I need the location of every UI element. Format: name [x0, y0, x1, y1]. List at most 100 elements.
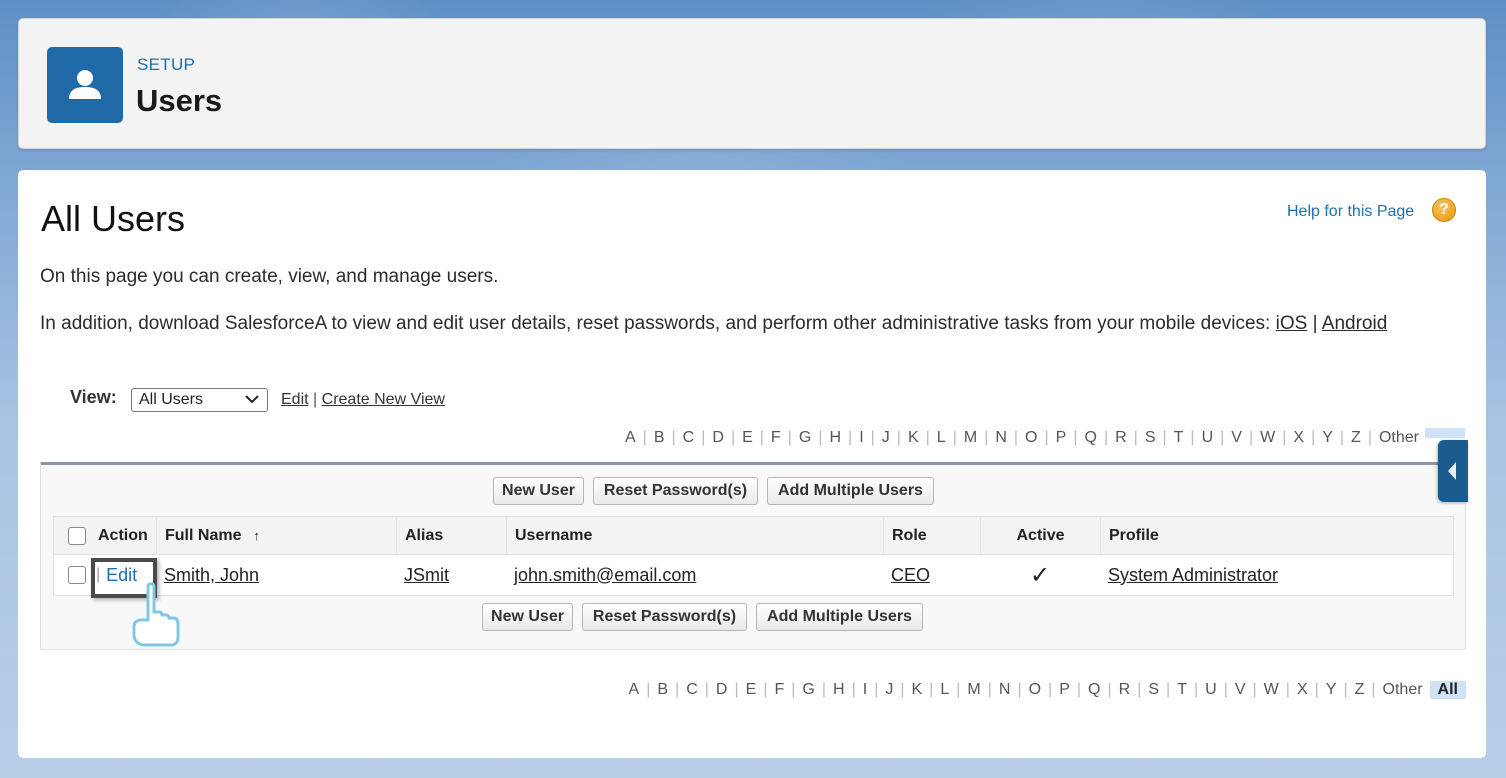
alpha-top-letter-l[interactable]: L: [930, 429, 953, 447]
alpha-bottom-letter-h[interactable]: H: [826, 681, 852, 699]
alpha-top-letter-s[interactable]: S: [1138, 429, 1163, 447]
help-question-icon[interactable]: ?: [1432, 198, 1456, 222]
column-header-username[interactable]: Username: [506, 517, 883, 554]
select-all-checkbox[interactable]: [68, 526, 86, 545]
alphabet-all-partial: [1425, 428, 1465, 438]
alpha-bottom-letter-c[interactable]: C: [679, 681, 705, 699]
full-name-header-label: Full Name: [165, 526, 242, 544]
alpha-top-letter-y[interactable]: Y: [1315, 429, 1340, 447]
alpha-top-letter-other[interactable]: Other: [1372, 429, 1426, 447]
add-multiple-users-button-top[interactable]: Add Multiple Users: [767, 477, 934, 505]
role-link[interactable]: CEO: [891, 565, 930, 586]
sort-ascending-icon: ↑: [253, 528, 260, 543]
alpha-bottom-letter-g[interactable]: G: [795, 681, 821, 699]
alpha-top-letter-g[interactable]: G: [792, 429, 818, 447]
alpha-top-letter-o[interactable]: O: [1018, 429, 1044, 447]
ios-link[interactable]: iOS: [1276, 313, 1308, 334]
alpha-bottom-letter-w[interactable]: W: [1257, 681, 1286, 699]
create-new-view-link[interactable]: Create New View: [322, 391, 445, 408]
alpha-top-letter-w[interactable]: W: [1253, 429, 1282, 447]
alpha-bottom-letter-b[interactable]: B: [650, 681, 675, 699]
alpha-top-letter-e[interactable]: E: [735, 429, 760, 447]
alpha-top-letter-h[interactable]: H: [822, 429, 848, 447]
alpha-bottom-letter-n[interactable]: N: [992, 681, 1018, 699]
alpha-top-letter-f[interactable]: F: [764, 429, 788, 447]
setup-header: SETUP Users: [18, 18, 1486, 149]
alpha-bottom-letter-s[interactable]: S: [1141, 681, 1166, 699]
column-header-active[interactable]: Active: [980, 517, 1100, 554]
username-link[interactable]: john.smith@email.com: [514, 565, 696, 586]
column-header-full-name[interactable]: Full Name ↑: [156, 517, 396, 554]
help-link[interactable]: Help for this Page: [1287, 203, 1414, 221]
alpha-bottom-letter-t[interactable]: T: [1170, 681, 1194, 699]
alpha-bottom-letter-a[interactable]: A: [622, 681, 647, 699]
alpha-top-letter-c[interactable]: C: [676, 429, 702, 447]
android-link[interactable]: Android: [1322, 313, 1388, 334]
view-links: Edit | Create New View: [281, 391, 445, 409]
view-label: View:: [70, 387, 117, 407]
row-checkbox[interactable]: [68, 566, 86, 584]
alpha-top-letter-r[interactable]: R: [1108, 429, 1134, 447]
edit-view-link[interactable]: Edit: [281, 391, 309, 408]
column-header-action: Action: [98, 526, 148, 544]
alpha-top-letter-x[interactable]: X: [1286, 429, 1311, 447]
profile-link[interactable]: System Administrator: [1108, 565, 1278, 586]
alpha-top-letter-d[interactable]: D: [705, 429, 731, 447]
alpha-bottom-letter-o[interactable]: O: [1022, 681, 1048, 699]
setup-label: SETUP: [137, 55, 196, 74]
alias-cell: JSmit: [396, 555, 506, 595]
alpha-top-letter-u[interactable]: U: [1195, 429, 1221, 447]
alpha-top-letter-v[interactable]: V: [1224, 429, 1249, 447]
alpha-bottom-letter-f[interactable]: F: [767, 681, 791, 699]
alpha-top-letter-q[interactable]: Q: [1077, 429, 1103, 447]
column-header-profile[interactable]: Profile: [1100, 517, 1453, 554]
alpha-bottom-letter-e[interactable]: E: [739, 681, 764, 699]
table-header: Action Full Name ↑ Alias Username Role A…: [54, 517, 1453, 555]
alpha-bottom-letter-other[interactable]: Other: [1376, 681, 1430, 699]
alpha-bottom-letter-q[interactable]: Q: [1081, 681, 1107, 699]
mobile-separator: |: [1312, 313, 1318, 334]
alpha-top-letter-n[interactable]: N: [988, 429, 1014, 447]
alpha-bottom-letter-x[interactable]: X: [1290, 681, 1315, 699]
alpha-bottom-letter-z[interactable]: Z: [1348, 681, 1372, 699]
alpha-bottom-letter-u[interactable]: U: [1198, 681, 1224, 699]
alias-link[interactable]: JSmit: [404, 565, 449, 586]
alpha-bottom-letter-j[interactable]: J: [878, 681, 900, 699]
alpha-bottom-letter-m[interactable]: M: [960, 681, 987, 699]
alpha-top-letter-t[interactable]: T: [1167, 429, 1191, 447]
new-user-button-bottom[interactable]: New User: [482, 603, 573, 631]
alpha-bottom-letter-p[interactable]: P: [1052, 681, 1077, 699]
column-header-role[interactable]: Role: [883, 517, 980, 554]
alpha-bottom-letter-i[interactable]: I: [856, 681, 874, 699]
mobile-description: In addition, download SalesforceA to vie…: [40, 312, 1440, 335]
page-description: On this page you can create, view, and m…: [40, 266, 499, 287]
column-header-alias[interactable]: Alias: [396, 517, 506, 554]
alpha-top-letter-k[interactable]: K: [901, 429, 926, 447]
main-card: All Users Help for this Page ? On this p…: [18, 170, 1486, 758]
alpha-top-letter-m[interactable]: M: [957, 429, 984, 447]
alpha-top-letter-z[interactable]: Z: [1344, 429, 1368, 447]
new-user-button-top[interactable]: New User: [493, 477, 584, 505]
alpha-top-letter-j[interactable]: J: [875, 429, 897, 447]
triangle-left-icon: [1448, 462, 1456, 480]
reset-password-button-top[interactable]: Reset Password(s): [593, 477, 758, 505]
alpha-top-letter-b[interactable]: B: [647, 429, 672, 447]
alpha-bottom-letter-all[interactable]: All: [1429, 681, 1466, 699]
reset-password-button-bottom[interactable]: Reset Password(s): [582, 603, 747, 631]
mobile-text: In addition, download SalesforceA to vie…: [40, 313, 1271, 334]
alpha-bottom-letter-r[interactable]: R: [1112, 681, 1138, 699]
alpha-bottom-letter-y[interactable]: Y: [1319, 681, 1344, 699]
alpha-bottom-letter-v[interactable]: V: [1228, 681, 1253, 699]
alpha-top-letter-i[interactable]: I: [852, 429, 870, 447]
alpha-bottom-letter-k[interactable]: K: [905, 681, 930, 699]
table-row: | Edit Smith, John JSmit john.smith@emai…: [54, 555, 1453, 595]
alpha-top-letter-a[interactable]: A: [618, 429, 643, 447]
collapse-sidebar-tab[interactable]: [1438, 440, 1468, 502]
view-select[interactable]: All Users: [131, 388, 268, 412]
page-title: All Users: [41, 198, 186, 239]
role-cell: CEO: [883, 555, 980, 595]
alpha-bottom-letter-l[interactable]: L: [933, 681, 956, 699]
add-multiple-users-button-bottom[interactable]: Add Multiple Users: [756, 603, 923, 631]
alpha-top-letter-p[interactable]: P: [1049, 429, 1074, 447]
alpha-bottom-letter-d[interactable]: D: [709, 681, 735, 699]
